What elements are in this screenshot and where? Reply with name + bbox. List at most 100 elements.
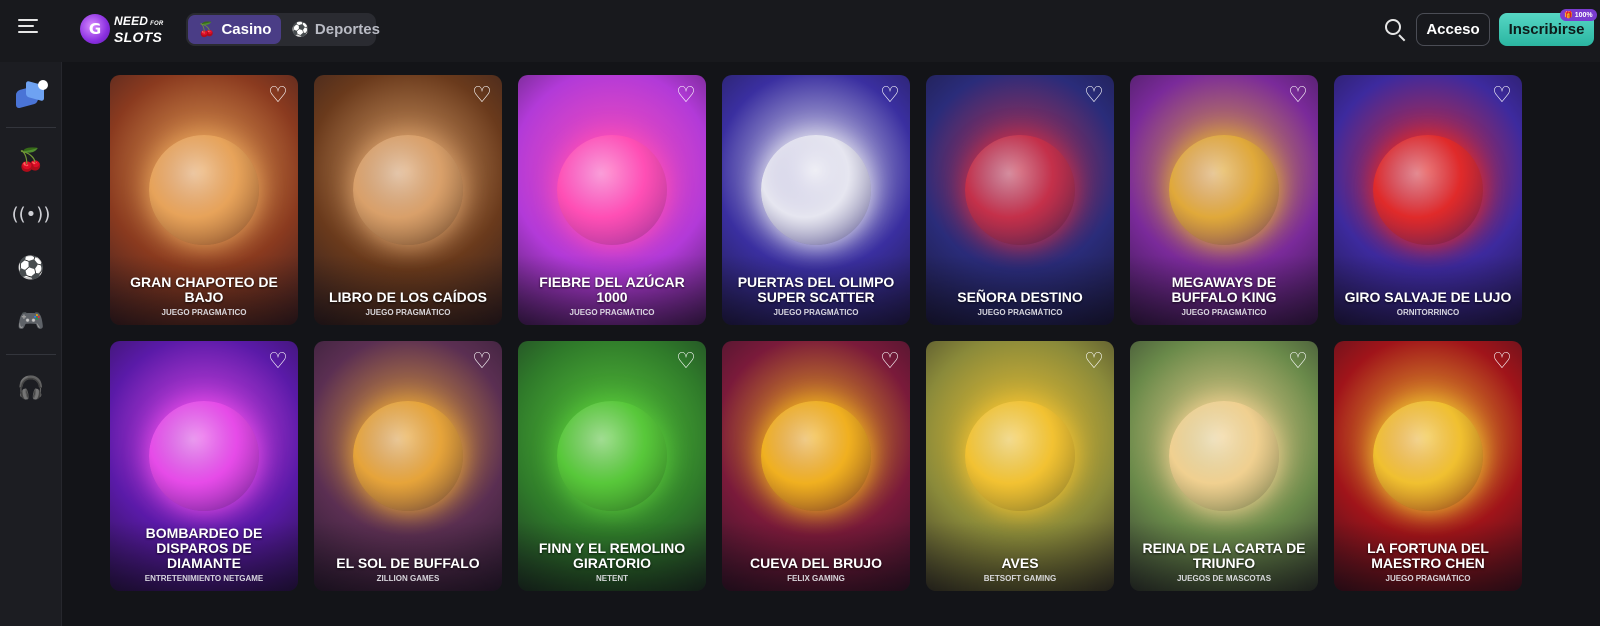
game-provider: ENTRETENIMIENTO NETGAME bbox=[144, 574, 264, 583]
game-card[interactable]: ♡ EL SOL DE BUFFALO ZILLION GAMES bbox=[314, 341, 502, 591]
game-card[interactable]: ♡ FINN Y EL REMOLINO GIRATORIO NETENT bbox=[518, 341, 706, 591]
game-title: PUERTAS DEL OLIMPO SUPER SCATTER bbox=[737, 274, 895, 305]
game-provider: JUEGO PRAGMÁTICO bbox=[1181, 308, 1267, 317]
favorite-heart-icon[interactable]: ♡ bbox=[266, 85, 290, 107]
logo-mark: G bbox=[80, 14, 110, 44]
game-title: AVES bbox=[1001, 555, 1039, 571]
game-card[interactable]: ♡ GIRO SALVAJE DE LUJO ORNITORRINCO bbox=[1334, 75, 1522, 325]
game-title: MEGAWAYS DE BUFFALO KING bbox=[1171, 274, 1277, 305]
tab-deportes-label: Deportes bbox=[314, 21, 380, 38]
favorite-heart-icon[interactable]: ♡ bbox=[674, 351, 698, 373]
sidebar-divider bbox=[6, 127, 56, 128]
game-provider: NETENT bbox=[596, 574, 628, 583]
tab-casino[interactable]: 🍒 Casino bbox=[188, 15, 282, 44]
game-card[interactable]: ♡ SEÑORA DESTINO JUEGO PRAGMÁTICO bbox=[926, 75, 1114, 325]
game-artwork-figure bbox=[557, 135, 667, 245]
game-provider: ZILLION GAMES bbox=[376, 574, 440, 583]
game-artwork-figure bbox=[1373, 135, 1483, 245]
headset-icon: 🎧 bbox=[17, 375, 45, 401]
game-card[interactable]: ♡ LIBRO DE LOS CAÍDOS JUEGO PRAGMÁTICO bbox=[314, 75, 502, 325]
game-artwork-figure bbox=[149, 401, 259, 511]
game-card[interactable]: ♡ BOMBARDEO DE DISPAROS DE DIAMANTE ENTRET… bbox=[110, 341, 298, 591]
favorite-heart-icon[interactable]: ♡ bbox=[1286, 85, 1310, 107]
game-artwork-figure bbox=[1373, 401, 1483, 511]
game-artwork-figure bbox=[1169, 135, 1279, 245]
game-artwork-figure bbox=[761, 135, 871, 245]
game-artwork-figure bbox=[965, 135, 1075, 245]
logo-text-for: FOR bbox=[150, 20, 164, 27]
game-provider: JUEGO PRAGMÁTICO bbox=[977, 308, 1063, 317]
favorite-heart-icon[interactable]: ♡ bbox=[878, 351, 902, 373]
game-artwork-figure bbox=[149, 135, 259, 245]
game-provider: JUEGO PRAGMÁTICO bbox=[365, 308, 451, 317]
game-card[interactable]: ♡ PUERTAS DEL OLIMPO SUPER SCATTER JUEGO P… bbox=[722, 75, 910, 325]
gift-icon: 🎁 bbox=[1564, 12, 1573, 19]
favorite-heart-icon[interactable]: ♡ bbox=[1490, 351, 1514, 373]
hamburger-menu-icon[interactable] bbox=[18, 19, 40, 41]
logo-text-need: NEED bbox=[114, 13, 149, 28]
game-title: BOMBARDEO DE DISPAROS DE DIAMANTE bbox=[145, 525, 263, 571]
favorite-heart-icon[interactable]: ♡ bbox=[266, 351, 290, 373]
game-title: REINA DE LA CARTA DE TRIUNFO bbox=[1142, 540, 1306, 571]
search-icon[interactable] bbox=[1383, 17, 1409, 43]
sidebar-item-live[interactable]: ((•)) bbox=[0, 192, 62, 236]
game-card[interactable]: ♡ REINA DE LA CARTA DE TRIUNFO JUEGOS DE M… bbox=[1130, 341, 1318, 591]
top-bar: G NEED FOR SLOTS 🍒 Casino ⚽ Deportes Acce… bbox=[0, 0, 1600, 62]
sidebar-item-games[interactable]: 🎮 bbox=[0, 299, 62, 343]
game-card[interactable]: ♡ CUEVA DEL BRUJO FELIX GAMING bbox=[722, 341, 910, 591]
game-title: CUEVA DEL BRUJO bbox=[750, 555, 882, 571]
game-artwork-figure bbox=[761, 401, 871, 511]
favorite-heart-icon[interactable]: ♡ bbox=[1082, 351, 1106, 373]
signup-bonus-badge: 🎁 100% bbox=[1560, 9, 1597, 21]
game-provider: BETSOFT GAMING bbox=[983, 574, 1057, 583]
soccer-ball-icon: ⚽ bbox=[291, 21, 309, 37]
cherries-icon: 🍒 bbox=[17, 147, 45, 173]
game-title: SEÑORA DESTINO bbox=[957, 289, 1083, 305]
sidebar-divider bbox=[6, 354, 56, 355]
game-artwork-figure bbox=[353, 401, 463, 511]
game-title: FIEBRE DEL AZÚCAR 1000 bbox=[539, 274, 685, 305]
game-artwork-figure bbox=[557, 401, 667, 511]
game-provider: JUEGO PRAGMÁTICO bbox=[569, 308, 655, 317]
favorite-heart-icon[interactable]: ♡ bbox=[1490, 85, 1514, 107]
tab-casino-label: Casino bbox=[221, 21, 272, 38]
favorite-heart-icon[interactable]: ♡ bbox=[1286, 351, 1310, 373]
gamepad-icon: 🎮 bbox=[17, 308, 45, 334]
favorite-heart-icon[interactable]: ♡ bbox=[1082, 85, 1106, 107]
game-card[interactable]: ♡ LA FORTUNA DEL MAESTRO CHEN JUEGO PRAGMÁ… bbox=[1334, 341, 1522, 591]
game-title: LIBRO DE LOS CAÍDOS bbox=[329, 289, 487, 305]
sidebar-item-support[interactable]: 🎧 bbox=[0, 366, 62, 410]
game-provider: JUEGOS DE MASCOTAS bbox=[1176, 574, 1272, 583]
favorite-heart-icon[interactable]: ♡ bbox=[878, 85, 902, 107]
site-logo[interactable]: G NEED FOR SLOTS bbox=[80, 14, 163, 44]
sidebar: 🍒 ((•)) ⚽ 🎮 🎧 bbox=[0, 62, 62, 626]
sidebar-item-sports[interactable]: ⚽ bbox=[0, 246, 62, 290]
promo-cubes-icon bbox=[12, 78, 50, 112]
game-provider: JUEGO PRAGMÁTICO bbox=[161, 308, 247, 317]
broadcast-icon: ((•)) bbox=[11, 203, 51, 225]
logo-text-slots: SLOTS bbox=[114, 28, 163, 45]
game-provider: JUEGO PRAGMÁTICO bbox=[1385, 574, 1471, 583]
tab-deportes[interactable]: ⚽ Deportes bbox=[281, 15, 389, 44]
game-card[interactable]: ♡ MEGAWAYS DE BUFFALO KING JUEGO PRAGMÁTIC… bbox=[1130, 75, 1318, 325]
sidebar-item-casino[interactable]: 🍒 bbox=[0, 138, 62, 182]
game-provider: JUEGO PRAGMÁTICO bbox=[773, 308, 859, 317]
sidebar-item-promotions[interactable] bbox=[0, 73, 62, 117]
favorite-heart-icon[interactable]: ♡ bbox=[674, 85, 698, 107]
favorite-heart-icon[interactable]: ♡ bbox=[470, 85, 494, 107]
game-card[interactable]: ♡ AVES BETSOFT GAMING bbox=[926, 341, 1114, 591]
game-title: EL SOL DE BUFFALO bbox=[336, 555, 480, 571]
game-provider: ORNITORRINCO bbox=[1396, 308, 1460, 317]
game-card[interactable]: ♡ GRAN CHAPOTEO DE BAJO JUEGO PRAGMÁTICO bbox=[110, 75, 298, 325]
game-artwork-figure bbox=[1169, 401, 1279, 511]
favorite-heart-icon[interactable]: ♡ bbox=[470, 351, 494, 373]
game-title: FINN Y EL REMOLINO GIRATORIO bbox=[538, 540, 686, 571]
mode-switch: 🍒 Casino ⚽ Deportes bbox=[186, 13, 380, 46]
game-card[interactable]: ♡ FIEBRE DEL AZÚCAR 1000 JUEGO PRAGMÁTICO bbox=[518, 75, 706, 325]
game-artwork-figure bbox=[353, 135, 463, 245]
cherries-icon: 🍒 bbox=[198, 21, 216, 37]
soccer-ball-icon: ⚽ bbox=[17, 255, 45, 281]
game-title: LA FORTUNA DEL MAESTRO CHEN bbox=[1367, 540, 1489, 571]
login-button[interactable]: Acceso bbox=[1416, 13, 1490, 46]
signup-bonus-text: 100% bbox=[1574, 11, 1593, 19]
